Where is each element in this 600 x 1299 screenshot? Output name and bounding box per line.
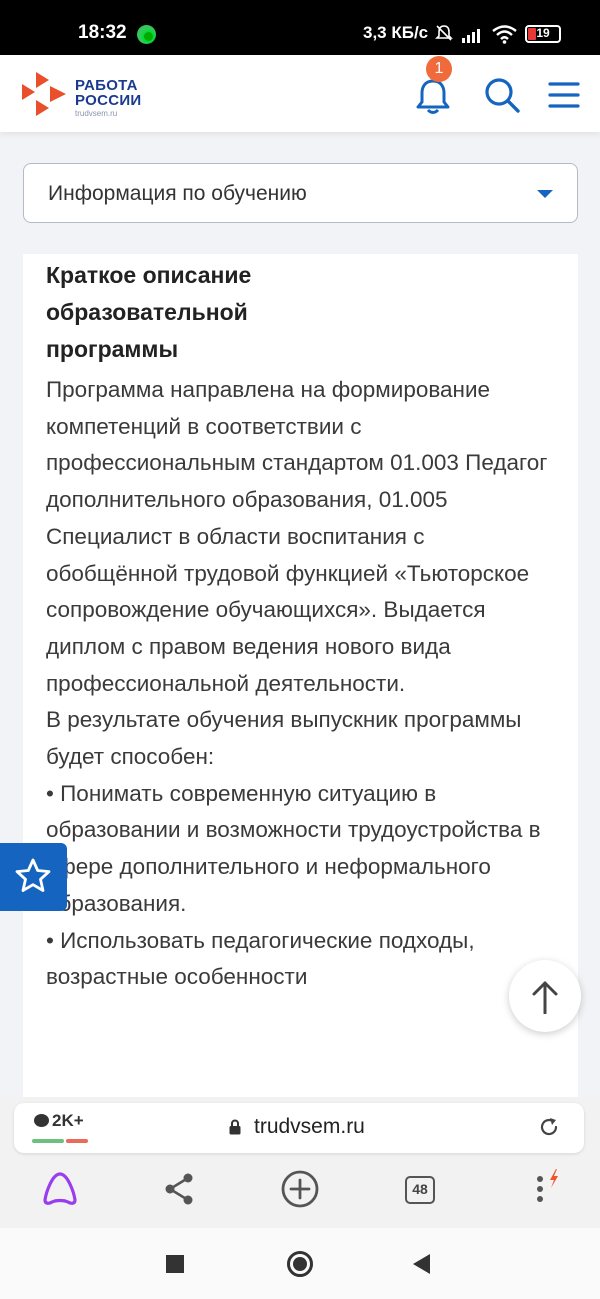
address-bar[interactable]: 2K+ trudvsem.ru bbox=[14, 1103, 584, 1153]
caret-down-icon bbox=[537, 190, 553, 198]
reload-icon[interactable] bbox=[538, 1116, 560, 1138]
wifi-icon bbox=[492, 25, 517, 44]
logo-title: РАБОТА РОССИИ bbox=[75, 78, 142, 108]
home-icon[interactable] bbox=[287, 1251, 313, 1277]
share-icon[interactable] bbox=[160, 1169, 200, 1209]
logo-title-line1: РАБОТА bbox=[75, 77, 138, 94]
status-bar: 18:32 3,3 КБ/с 19 bbox=[0, 0, 600, 55]
section-select-value: Информация по обучению bbox=[48, 182, 307, 205]
site-header: РАБОТА РОССИИ trudvsem.ru 1 bbox=[0, 55, 600, 132]
browser-toolbar: 2K+ trudvsem.ru 48 bbox=[0, 1097, 600, 1228]
app-notification-icon bbox=[137, 25, 156, 44]
notification-badge: 1 bbox=[426, 56, 452, 82]
status-time: 18:32 bbox=[78, 22, 127, 43]
program-bullet: • Использовать педагогические подходы, в… bbox=[46, 927, 475, 990]
mute-icon bbox=[435, 25, 453, 41]
system-navigation-bar bbox=[0, 1228, 600, 1299]
url-text: trudvsem.ru bbox=[254, 1115, 365, 1138]
logo-mark-icon bbox=[22, 72, 66, 116]
comments-label: 2K+ bbox=[52, 1111, 84, 1130]
comments-count[interactable]: 2K+ bbox=[34, 1111, 84, 1131]
new-tab-icon[interactable] bbox=[280, 1169, 320, 1209]
scroll-to-top-button[interactable] bbox=[509, 960, 581, 1032]
recent-apps-icon[interactable] bbox=[166, 1255, 184, 1273]
star-icon bbox=[15, 858, 51, 892]
logo-subtitle: trudvsem.ru bbox=[75, 109, 118, 118]
network-speed: 3,3 КБ/с bbox=[363, 23, 429, 42]
search-icon[interactable] bbox=[484, 77, 520, 113]
battery-icon: 19 bbox=[525, 25, 561, 43]
program-paragraph: Программа направлена на формирование ком… bbox=[46, 377, 548, 696]
program-result-intro: В результате обучения выпускник программ… bbox=[46, 707, 522, 770]
program-description-card: Краткое описание образовательной програм… bbox=[23, 254, 578, 1099]
lock-icon bbox=[229, 1119, 241, 1135]
menu-icon[interactable] bbox=[548, 81, 580, 109]
logo-title-line2: РОССИИ bbox=[75, 92, 142, 109]
tabs-button[interactable]: 48 bbox=[405, 1176, 435, 1204]
more-icon[interactable] bbox=[525, 1169, 565, 1209]
program-bullet: • Понимать современную ситуацию в образо… bbox=[46, 780, 541, 916]
rating-bar-positive bbox=[32, 1139, 64, 1143]
battery-level: 19 bbox=[536, 26, 550, 40]
comment-icon bbox=[34, 1114, 49, 1127]
site-logo[interactable]: РАБОТА РОССИИ trudvsem.ru bbox=[22, 70, 152, 118]
program-description-text: Программа направлена на формирование ком… bbox=[46, 372, 556, 996]
signal-icon bbox=[462, 29, 480, 43]
back-icon[interactable] bbox=[413, 1254, 430, 1274]
section-select[interactable]: Информация по обучению bbox=[23, 163, 578, 223]
rating-bar-negative bbox=[66, 1139, 88, 1143]
alice-icon[interactable] bbox=[40, 1169, 80, 1209]
favorite-button[interactable] bbox=[0, 843, 67, 911]
program-description-title: Краткое описание образовательной програм… bbox=[46, 262, 252, 362]
arrow-up-icon bbox=[532, 981, 558, 1014]
